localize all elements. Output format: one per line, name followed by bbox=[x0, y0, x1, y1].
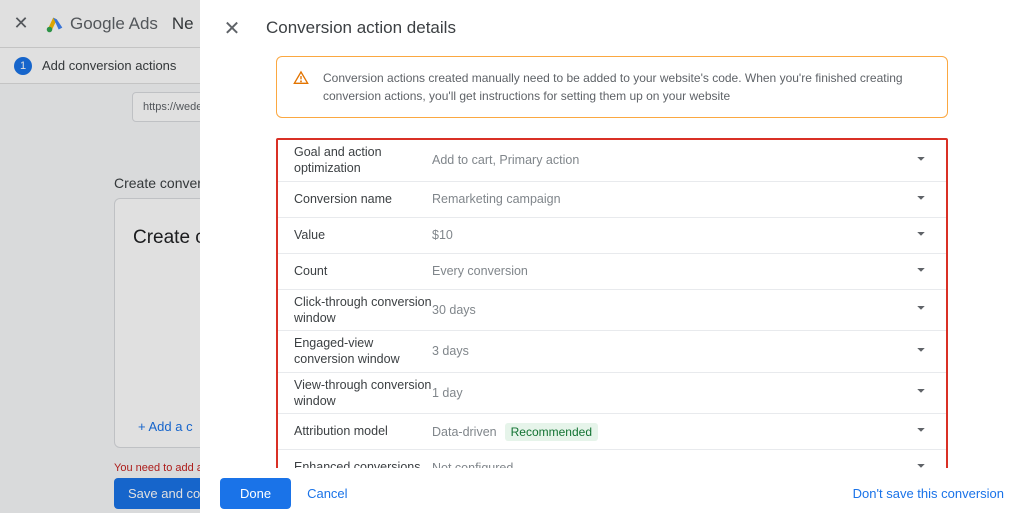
modal-body: Conversion actions created manually need… bbox=[200, 56, 1024, 468]
alert-text: Conversion actions created manually need… bbox=[323, 69, 931, 105]
chevron-down-icon[interactable] bbox=[912, 421, 930, 444]
row-value: 1 day bbox=[432, 386, 463, 400]
chevron-down-icon[interactable] bbox=[912, 382, 930, 405]
row-attribution-model[interactable]: Attribution model Data-driven Recommende… bbox=[278, 414, 946, 450]
recommended-badge: Recommended bbox=[505, 423, 598, 441]
row-count[interactable]: Count Every conversion bbox=[278, 254, 946, 290]
row-label: Enhanced conversions bbox=[294, 459, 432, 468]
row-label: Value bbox=[294, 227, 432, 243]
modal-footer: Done Cancel Don't save this conversion bbox=[200, 468, 1024, 513]
row-label: Count bbox=[294, 263, 432, 279]
row-value[interactable]: Value $10 bbox=[278, 218, 946, 254]
chevron-down-icon[interactable] bbox=[912, 457, 930, 469]
row-value: $10 bbox=[432, 228, 453, 242]
chevron-down-icon[interactable] bbox=[912, 188, 930, 211]
close-icon[interactable]: ✕ bbox=[220, 16, 244, 40]
modal-title: Conversion action details bbox=[266, 18, 456, 38]
row-value: 30 days bbox=[432, 303, 476, 317]
modal-header: ✕ Conversion action details bbox=[200, 0, 1024, 56]
row-goal-action[interactable]: Goal and action optimization Add to cart… bbox=[278, 140, 946, 182]
row-label: Click-through conversion window bbox=[294, 294, 432, 327]
row-label: Attribution model bbox=[294, 423, 432, 439]
chevron-down-icon[interactable] bbox=[912, 260, 930, 283]
row-value: Not configured bbox=[432, 461, 513, 469]
settings-highlighted-block: Goal and action optimization Add to cart… bbox=[276, 138, 948, 468]
chevron-down-icon[interactable] bbox=[912, 149, 930, 172]
row-label: Engaged-view conversion window bbox=[294, 335, 432, 368]
dont-save-button[interactable]: Don't save this conversion bbox=[853, 486, 1004, 501]
attribution-value-text: Data-driven bbox=[432, 425, 497, 439]
conversion-details-modal: ✕ Conversion action details Conversion a… bbox=[200, 0, 1024, 513]
row-label: Goal and action optimization bbox=[294, 144, 432, 177]
chevron-down-icon[interactable] bbox=[912, 224, 930, 247]
row-click-through-window[interactable]: Click-through conversion window 30 days bbox=[278, 290, 946, 332]
chevron-down-icon[interactable] bbox=[912, 340, 930, 363]
row-label: View-through conversion window bbox=[294, 377, 432, 410]
row-value: Data-driven Recommended bbox=[432, 423, 598, 441]
row-label: Conversion name bbox=[294, 191, 432, 207]
done-button[interactable]: Done bbox=[220, 478, 291, 509]
chevron-down-icon[interactable] bbox=[912, 299, 930, 322]
dim-overlay bbox=[0, 0, 200, 513]
row-value: Every conversion bbox=[432, 264, 528, 278]
row-value: 3 days bbox=[432, 344, 469, 358]
row-engaged-view-window[interactable]: Engaged-view conversion window 3 days bbox=[278, 331, 946, 373]
cancel-button[interactable]: Cancel bbox=[307, 486, 347, 501]
row-conversion-name[interactable]: Conversion name Remarketing campaign bbox=[278, 182, 946, 218]
row-view-through-window[interactable]: View-through conversion window 1 day bbox=[278, 373, 946, 415]
row-value: Remarketing campaign bbox=[432, 192, 561, 206]
warning-icon bbox=[293, 70, 309, 91]
row-enhanced-conversions[interactable]: Enhanced conversions Not configured bbox=[278, 450, 946, 468]
row-value: Add to cart, Primary action bbox=[432, 153, 579, 167]
alert-banner: Conversion actions created manually need… bbox=[276, 56, 948, 118]
